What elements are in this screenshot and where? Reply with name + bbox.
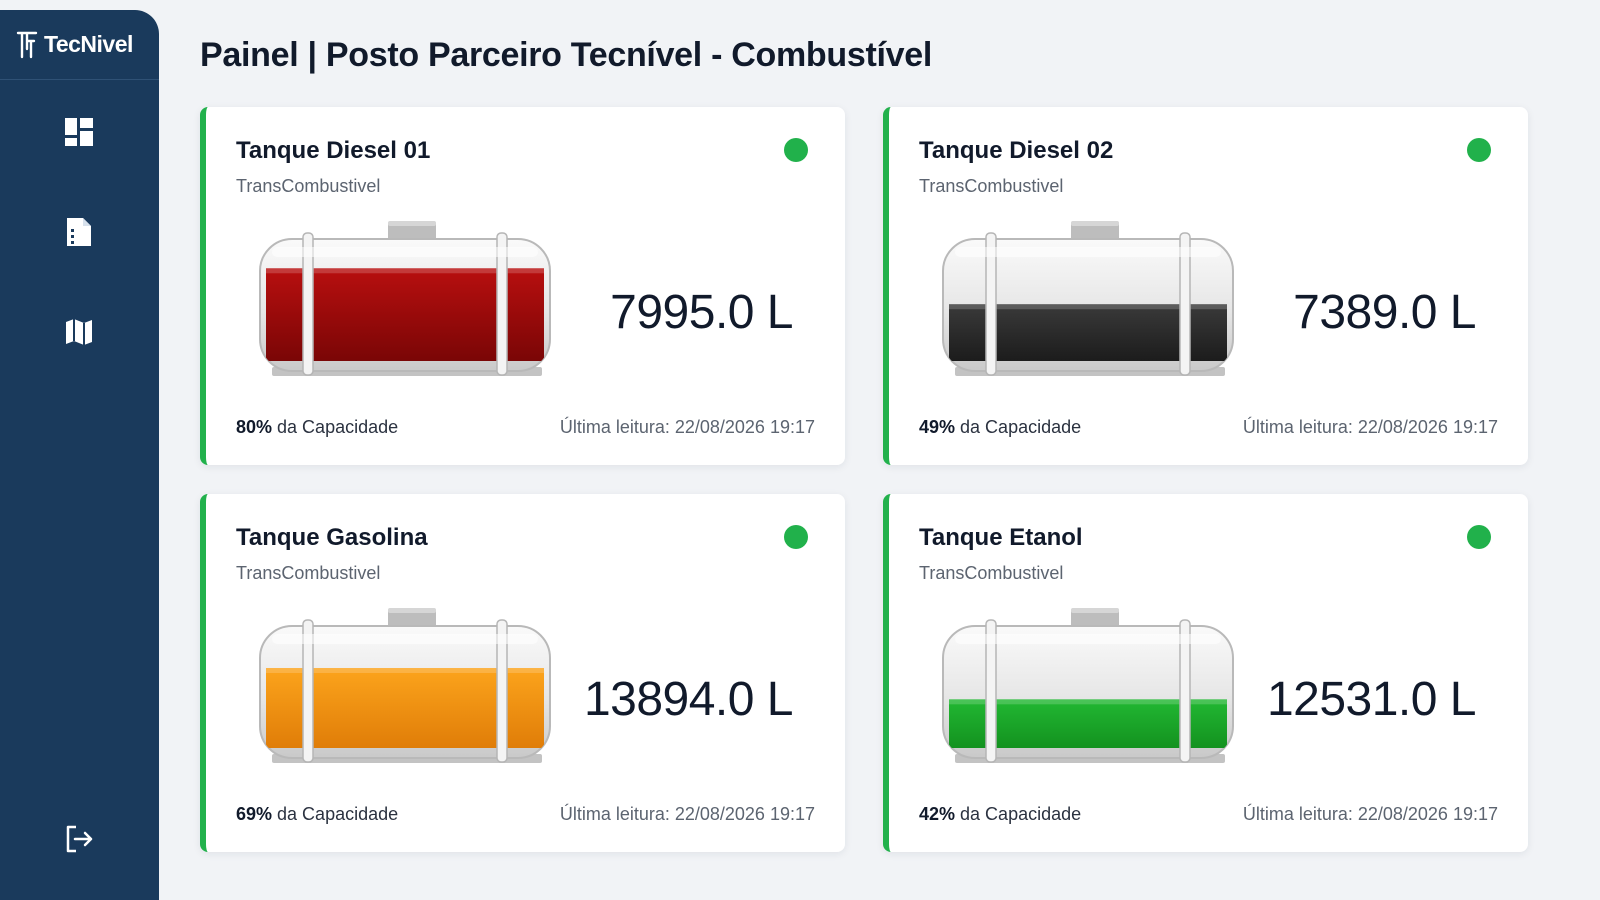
status-indicator — [784, 138, 808, 162]
logo: TecNivel — [0, 10, 159, 80]
capacity-label: da Capacidade — [272, 804, 399, 824]
tank-volume: 7389.0 L — [1293, 286, 1476, 339]
tank-neck-top — [388, 608, 436, 613]
map-icon[interactable] — [62, 315, 96, 349]
tank-card-gasolina[interactable]: Tanque Gasolina TransCombustivel 13894.0… — [200, 494, 845, 852]
tank-name: Tanque Etanol — [919, 524, 1083, 551]
status-indicator — [1467, 525, 1491, 549]
tank-supplier: TransCombustivel — [236, 176, 381, 196]
capacity-label: da Capacidade — [272, 417, 399, 437]
tank-volume: 7995.0 L — [610, 286, 793, 339]
tank-capacity: 49% da Capacidade — [919, 417, 1081, 438]
tank-level-graphic — [259, 608, 551, 763]
tank-shine — [955, 247, 1221, 257]
tank-supplier: TransCombustivel — [236, 563, 381, 583]
tank-name: Tanque Diesel 02 — [919, 137, 1114, 164]
tank-neck-top — [388, 221, 436, 226]
sidebar: TecNivel — [0, 10, 159, 900]
tank-capacity: 42% da Capacidade — [919, 804, 1081, 825]
tank-name: Tanque Gasolina — [236, 524, 428, 551]
capacity-percent: 49% — [919, 417, 956, 437]
tank-neck-top — [1071, 221, 1119, 226]
tecnivel-logo-icon — [16, 31, 38, 58]
last-reading: Última leitura: 22/08/2026 19:17 — [559, 417, 815, 437]
logo-text: TecNivel — [44, 31, 133, 57]
tank-capacity: 80% da Capacidade — [236, 417, 398, 438]
logout-icon[interactable] — [62, 822, 96, 856]
capacity-percent: 42% — [919, 804, 956, 824]
status-indicator — [1467, 138, 1491, 162]
last-reading: Última leitura: 22/08/2026 19:17 — [1242, 804, 1498, 824]
capacity-label: da Capacidade — [955, 804, 1082, 824]
tank-level-graphic — [942, 221, 1234, 376]
tank-volume: 13894.0 L — [583, 673, 794, 726]
tank-neck-top — [1071, 608, 1119, 613]
tank-level-graphic — [942, 608, 1234, 763]
tank-name: Tanque Diesel 01 — [236, 137, 431, 164]
document-icon[interactable] — [62, 215, 96, 249]
tank-card-etanol[interactable]: Tanque Etanol TransCombustivel 12531.0 L… — [883, 494, 1528, 852]
page-title: Painel | Posto Parceiro Tecnível - Combu… — [200, 36, 932, 74]
last-reading: Última leitura: 22/08/2026 19:17 — [559, 804, 815, 824]
capacity-percent: 80% — [236, 417, 273, 437]
last-reading: Última leitura: 22/08/2026 19:17 — [1242, 417, 1498, 437]
capacity-percent: 69% — [236, 804, 273, 824]
tank-supplier: TransCombustivel — [919, 176, 1064, 196]
tank-shine — [272, 247, 538, 257]
tank-capacity: 69% da Capacidade — [236, 804, 398, 825]
tank-card-diesel-01[interactable]: Tanque Diesel 01 TransCombustivel 7995.0… — [200, 107, 845, 465]
tank-volume: 12531.0 L — [1266, 673, 1477, 726]
capacity-label: da Capacidade — [955, 417, 1082, 437]
tank-level-graphic — [259, 221, 551, 376]
tank-shine — [955, 634, 1221, 644]
tank-card-diesel-02[interactable]: Tanque Diesel 02 TransCombustivel 7389.0… — [883, 107, 1528, 465]
dashboard-icon[interactable] — [62, 115, 96, 149]
tank-supplier: TransCombustivel — [919, 563, 1064, 583]
tank-shine — [272, 634, 538, 644]
status-indicator — [784, 525, 808, 549]
